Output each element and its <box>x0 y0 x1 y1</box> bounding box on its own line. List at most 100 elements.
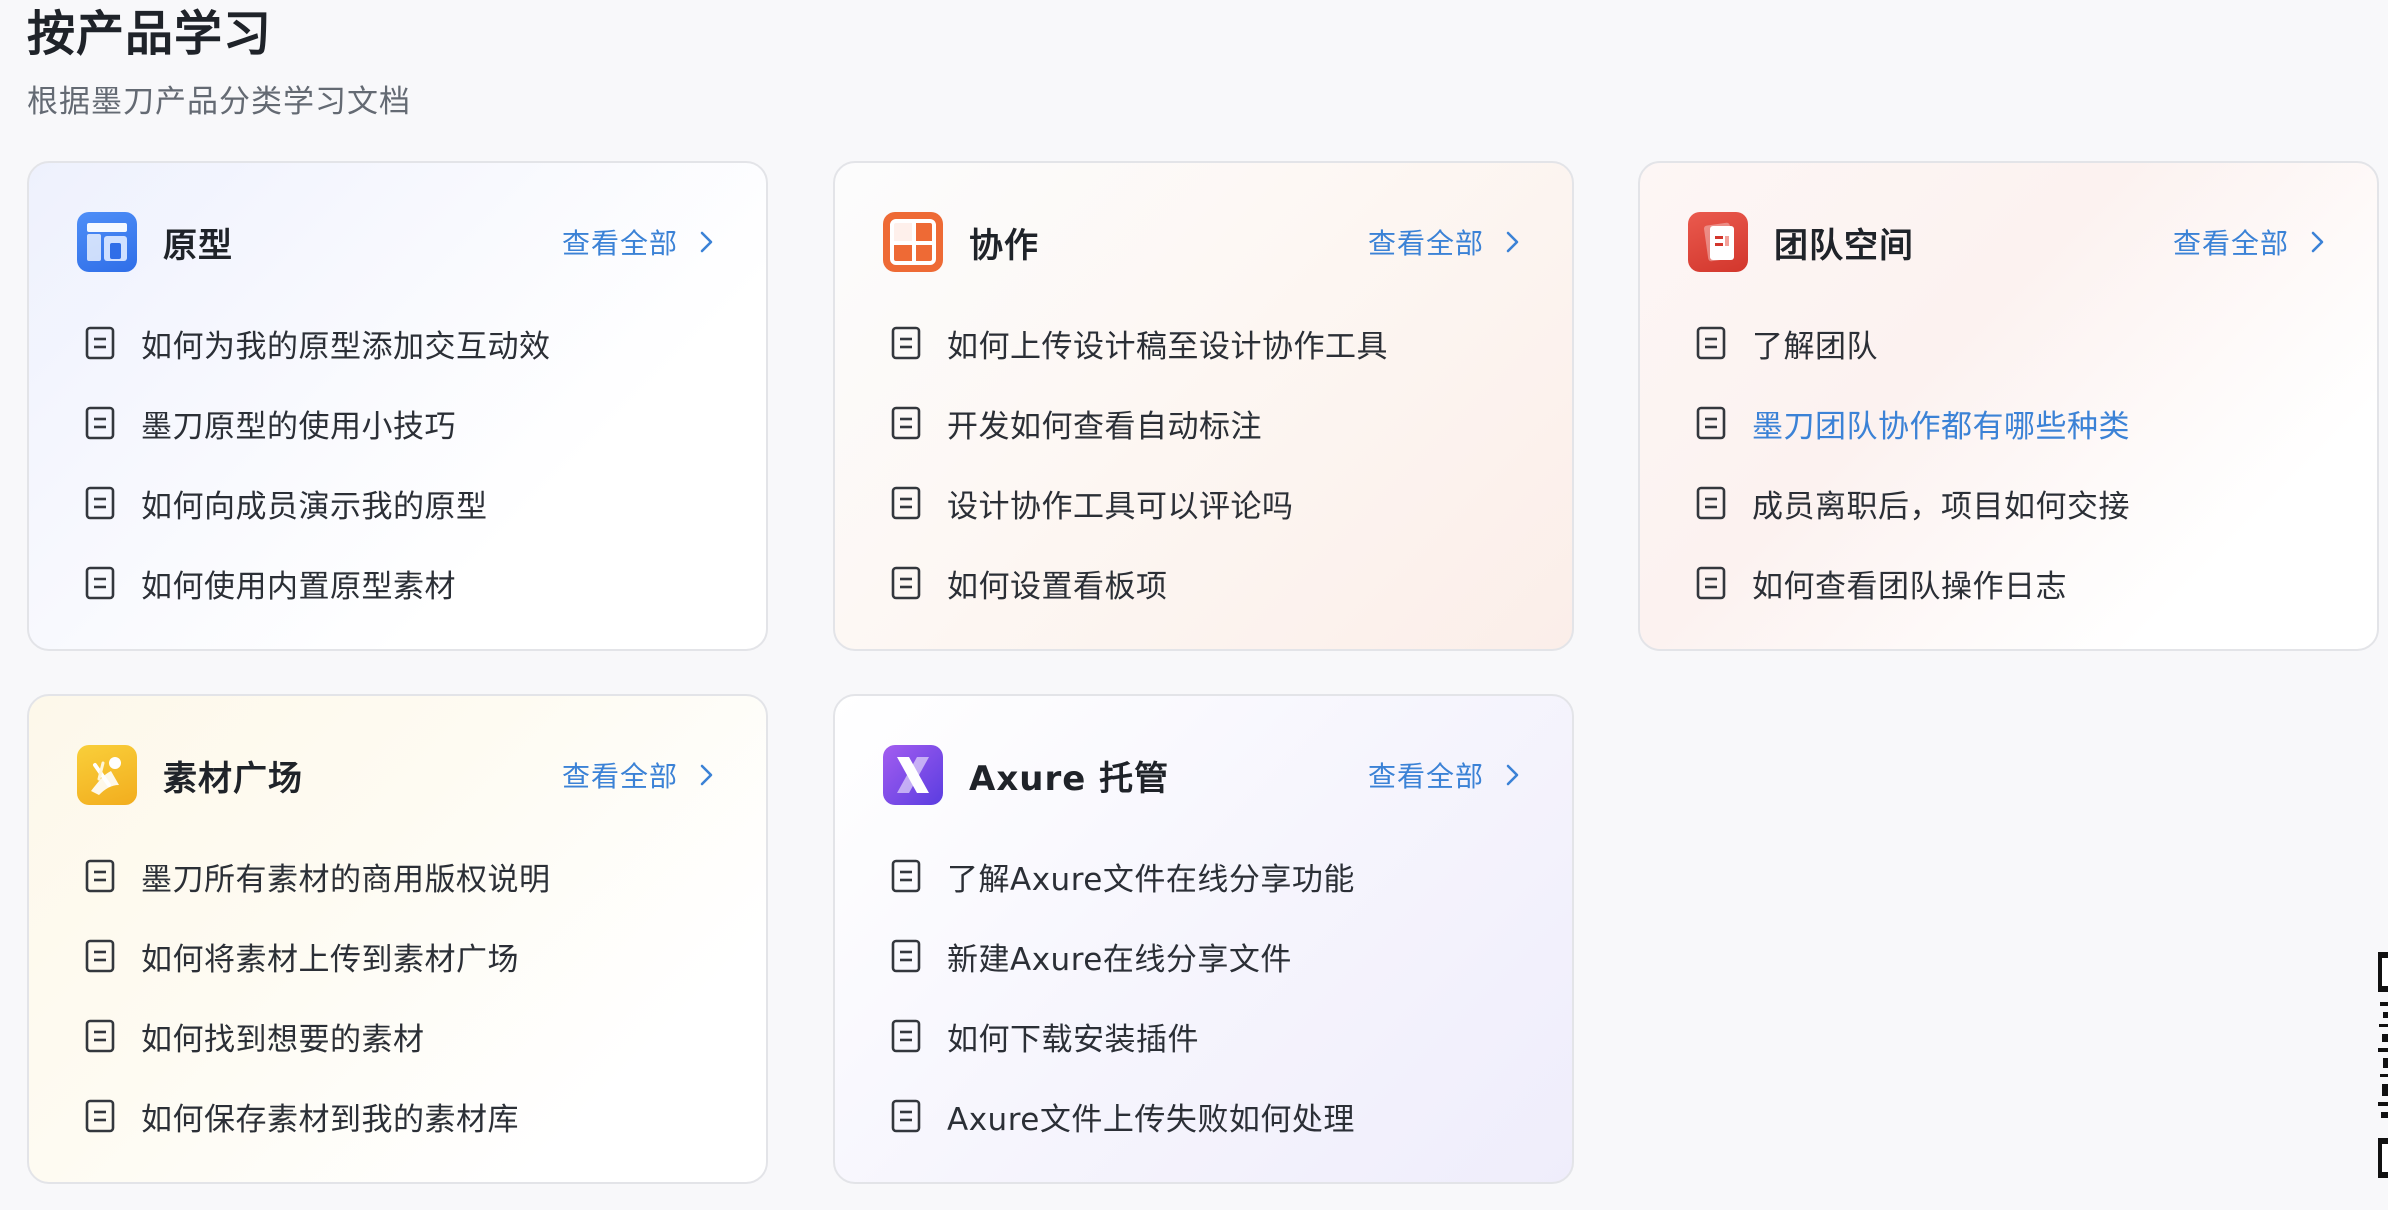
team-space-icon <box>1688 212 1748 272</box>
document-icon <box>85 859 115 893</box>
article-link[interactable]: 新建Axure在线分享文件 <box>891 916 1532 996</box>
product-card-axure-hosting: Axure 托管 查看全部 了解Axure文件在线分享功能 新建Axure在线分… <box>833 694 1574 1184</box>
article-link[interactable]: 如何将素材上传到素材广场 <box>85 916 726 996</box>
page-subtitle: 根据墨刀产品分类学习文档 <box>27 84 411 120</box>
axure-icon <box>883 745 943 805</box>
qr-code-icon[interactable] <box>2378 952 2388 1178</box>
article-title: 新建Axure在线分享文件 <box>947 941 1292 978</box>
article-list: 了解Axure文件在线分享功能 新建Axure在线分享文件 如何下载安装插件 A… <box>891 836 1532 1156</box>
view-all-link[interactable]: 查看全部 <box>562 222 718 262</box>
document-icon <box>1696 406 1726 440</box>
document-icon <box>891 406 921 440</box>
chevron-right-icon <box>1506 231 1519 253</box>
document-icon <box>85 1019 115 1053</box>
chevron-right-icon <box>1506 764 1519 786</box>
article-title: 墨刀团队协作都有哪些种类 <box>1752 408 2130 445</box>
card-title: 原型 <box>163 225 233 266</box>
document-icon <box>85 939 115 973</box>
document-icon <box>85 326 115 360</box>
product-card-prototype: 原型 查看全部 如何为我的原型添加交互动效 墨刀原型的使用小技巧 如何向成员演示… <box>27 161 768 651</box>
article-title: 设计协作工具可以评论吗 <box>947 488 1294 525</box>
chevron-right-icon <box>700 231 713 253</box>
view-all-label: 查看全部 <box>561 227 678 260</box>
article-title: 开发如何查看自动标注 <box>947 408 1262 445</box>
article-link[interactable]: 了解团队 <box>1696 303 2337 383</box>
article-link[interactable]: 了解Axure文件在线分享功能 <box>891 836 1532 916</box>
article-link[interactable]: 如何查看团队操作日志 <box>1696 543 2337 623</box>
article-link[interactable]: 如何保存素材到我的素材库 <box>85 1076 726 1156</box>
card-header: Axure 托管 查看全部 <box>883 744 1524 806</box>
article-title: 如何为我的原型添加交互动效 <box>141 328 551 365</box>
article-link[interactable]: 如何为我的原型添加交互动效 <box>85 303 726 383</box>
view-all-link[interactable]: 查看全部 <box>1368 222 1524 262</box>
card-header: 素材广场 查看全部 <box>77 744 718 806</box>
article-title: 如何设置看板项 <box>947 568 1168 605</box>
article-list: 如何上传设计稿至设计协作工具 开发如何查看自动标注 设计协作工具可以评论吗 如何… <box>891 303 1532 623</box>
document-icon <box>1696 566 1726 600</box>
prototype-icon <box>77 212 137 272</box>
article-link[interactable]: Axure文件上传失败如何处理 <box>891 1076 1532 1156</box>
view-all-label: 查看全部 <box>2172 227 2289 260</box>
card-header: 协作 查看全部 <box>883 211 1524 273</box>
view-all-link[interactable]: 查看全部 <box>1368 755 1524 795</box>
article-title: 成员离职后，项目如何交接 <box>1752 488 2130 525</box>
view-all-label: 查看全部 <box>561 760 678 793</box>
chevron-right-icon <box>2311 231 2324 253</box>
article-link[interactable]: 设计协作工具可以评论吗 <box>891 463 1532 543</box>
page-title: 按产品学习 <box>27 6 273 62</box>
article-title: 了解Axure文件在线分享功能 <box>947 861 1355 898</box>
collaboration-icon <box>883 212 943 272</box>
article-link[interactable]: 如何上传设计稿至设计协作工具 <box>891 303 1532 383</box>
article-title: 如何找到想要的素材 <box>141 1021 425 1058</box>
view-all-label: 查看全部 <box>1367 227 1484 260</box>
learn-by-product-page: 按产品学习 根据墨刀产品分类学习文档 原型 查看全部 如何为我的原型添加交互动效… <box>0 0 2388 1210</box>
article-link[interactable]: 墨刀原型的使用小技巧 <box>85 383 726 463</box>
product-card-collaboration: 协作 查看全部 如何上传设计稿至设计协作工具 开发如何查看自动标注 设计协作工具… <box>833 161 1574 651</box>
document-icon <box>891 326 921 360</box>
document-icon <box>891 566 921 600</box>
article-title: 墨刀所有素材的商用版权说明 <box>141 861 551 898</box>
card-title: 协作 <box>969 225 1039 266</box>
card-title: 素材广场 <box>163 758 303 799</box>
article-link[interactable]: 如何向成员演示我的原型 <box>85 463 726 543</box>
document-icon <box>891 1019 921 1053</box>
article-title: 如何下载安装插件 <box>947 1021 1199 1058</box>
chevron-right-icon <box>700 764 713 786</box>
article-list: 墨刀所有素材的商用版权说明 如何将素材上传到素材广场 如何找到想要的素材 如何保… <box>85 836 726 1156</box>
document-icon <box>1696 486 1726 520</box>
article-link[interactable]: 开发如何查看自动标注 <box>891 383 1532 463</box>
product-card-material-plaza: 素材广场 查看全部 墨刀所有素材的商用版权说明 如何将素材上传到素材广场 如何找… <box>27 694 768 1184</box>
article-link[interactable]: 如何使用内置原型素材 <box>85 543 726 623</box>
article-title: 墨刀原型的使用小技巧 <box>141 408 456 445</box>
view-all-link[interactable]: 查看全部 <box>562 755 718 795</box>
document-icon <box>891 859 921 893</box>
article-list: 了解团队 墨刀团队协作都有哪些种类 成员离职后，项目如何交接 如何查看团队操作日… <box>1696 303 2337 623</box>
document-icon <box>891 486 921 520</box>
view-all-link[interactable]: 查看全部 <box>2173 222 2329 262</box>
card-title: 团队空间 <box>1774 225 1914 266</box>
article-link[interactable]: 墨刀所有素材的商用版权说明 <box>85 836 726 916</box>
document-icon <box>85 486 115 520</box>
document-icon <box>891 939 921 973</box>
material-plaza-icon <box>77 745 137 805</box>
article-link[interactable]: 成员离职后，项目如何交接 <box>1696 463 2337 543</box>
article-title: 了解团队 <box>1752 328 1878 365</box>
document-icon <box>85 1099 115 1133</box>
article-link[interactable]: 墨刀团队协作都有哪些种类 <box>1696 383 2337 463</box>
article-title: Axure文件上传失败如何处理 <box>947 1101 1355 1138</box>
article-title: 如何将素材上传到素材广场 <box>141 941 519 978</box>
article-title: 如何向成员演示我的原型 <box>141 488 488 525</box>
article-title: 如何上传设计稿至设计协作工具 <box>947 328 1388 365</box>
document-icon <box>891 1099 921 1133</box>
article-title: 如何使用内置原型素材 <box>141 568 456 605</box>
document-icon <box>1696 326 1726 360</box>
article-title: 如何查看团队操作日志 <box>1752 568 2067 605</box>
article-link[interactable]: 如何找到想要的素材 <box>85 996 726 1076</box>
view-all-label: 查看全部 <box>1367 760 1484 793</box>
document-icon <box>85 566 115 600</box>
product-card-team-space: 团队空间 查看全部 了解团队 墨刀团队协作都有哪些种类 成员离职后，项目如何交接… <box>1638 161 2379 651</box>
article-link[interactable]: 如何下载安装插件 <box>891 996 1532 1076</box>
article-list: 如何为我的原型添加交互动效 墨刀原型的使用小技巧 如何向成员演示我的原型 如何使… <box>85 303 726 623</box>
article-link[interactable]: 如何设置看板项 <box>891 543 1532 623</box>
card-title: Axure 托管 <box>969 758 1170 799</box>
